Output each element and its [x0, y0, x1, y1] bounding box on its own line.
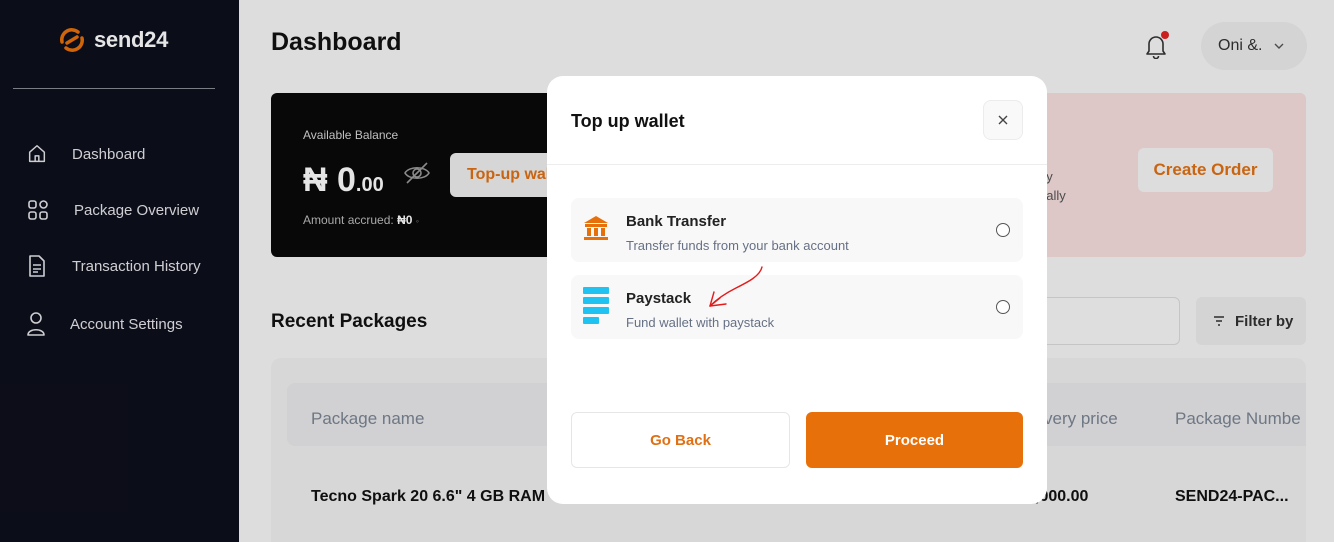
radio-button[interactable]	[996, 300, 1010, 314]
modal-title: Top up wallet	[571, 111, 685, 131]
option-title: Paystack	[626, 290, 692, 307]
radio-button[interactable]	[996, 223, 1010, 237]
bank-icon	[584, 216, 608, 240]
annotation-arrow-icon	[709, 266, 763, 307]
option-subtitle: Fund wallet with paystack	[626, 315, 775, 330]
topup-wallet-modal: Top up wallet Bank Transfer Transfer fun…	[547, 76, 1047, 504]
option-title: Bank Transfer	[626, 213, 727, 230]
paystack-icon	[583, 287, 609, 324]
close-icon	[998, 115, 1008, 125]
close-button[interactable]	[983, 100, 1023, 140]
proceed-button[interactable]: Proceed	[806, 412, 1023, 468]
go-back-button[interactable]: Go Back	[571, 412, 790, 468]
modal-divider	[547, 164, 1047, 165]
payment-option-bank-transfer[interactable]: Bank Transfer Transfer funds from your b…	[571, 198, 1023, 262]
option-subtitle: Transfer funds from your bank account	[626, 238, 849, 253]
payment-option-paystack[interactable]: Paystack Fund wallet with paystack	[571, 275, 1023, 339]
